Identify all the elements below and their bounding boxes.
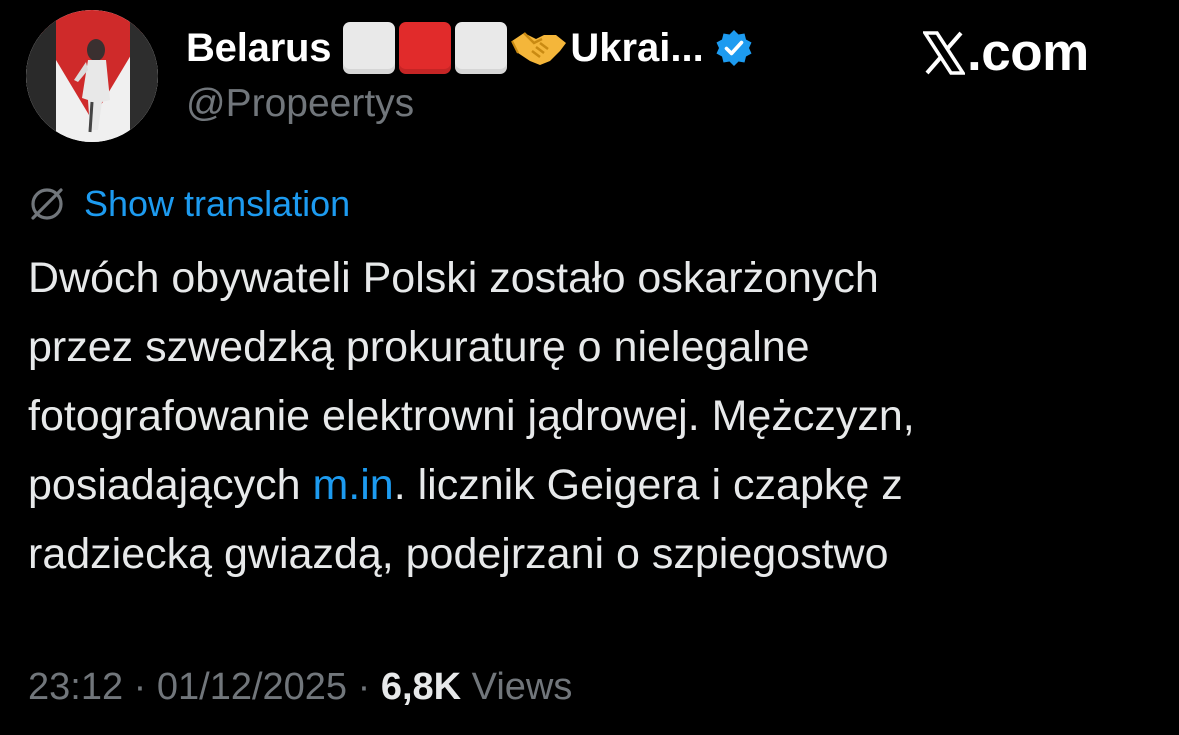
avatar-image [26, 10, 158, 142]
tweet-text-line: przez szwedzką prokuraturę o nielegalne [28, 323, 810, 371]
show-translation-button[interactable]: Show translation [28, 183, 350, 225]
flag-white-square [455, 22, 508, 74]
tweet-time[interactable]: 23:12 [28, 666, 123, 708]
avatar[interactable] [26, 10, 158, 142]
tweet-text-line: radziecką gwiazdą, podejrzani o szpiegos… [28, 530, 889, 578]
globe-icon [28, 185, 66, 223]
show-translation-label[interactable]: Show translation [84, 183, 350, 225]
views-label: Views [461, 666, 573, 708]
user-info: Belarus Ukrai... @Propeertys [186, 22, 754, 126]
x-brand-text: .com [967, 23, 1089, 82]
tweet-meta: 23:12 · 01/12/2025 · 6,8K Views [28, 666, 572, 709]
display-name[interactable]: Belarus [186, 26, 332, 71]
tweet-text: Dwóch obywateli Polski zostało oskarżony… [28, 244, 1148, 589]
tweet-date[interactable]: 01/12/2025 [157, 666, 347, 708]
views-count[interactable]: 6,8K [381, 666, 461, 708]
flag-white-square [343, 22, 396, 74]
tweet-text-line: Dwóch obywateli Polski zostało oskarżony… [28, 254, 879, 302]
tweet-text-line: posiadających m.in. licznik Geigera i cz… [28, 451, 1148, 520]
user-handle[interactable]: @Propeertys [186, 82, 754, 126]
flag-red-square [399, 22, 452, 74]
x-logo-icon [923, 30, 965, 75]
display-name-suffix[interactable]: Ukrai... [570, 26, 703, 71]
tweet-text-fragment: posiadających [28, 461, 313, 509]
display-name-row[interactable]: Belarus Ukrai... [186, 22, 754, 74]
flag-emoji [343, 22, 508, 74]
meta-separator: · [123, 666, 157, 708]
meta-separator: · [347, 666, 381, 708]
tweet-text-fragment: . licznik Geigera i czapkę z [393, 461, 903, 509]
verified-badge-icon [714, 28, 754, 68]
handshake-icon [510, 27, 568, 69]
x-brand-watermark: .com [923, 22, 1089, 83]
tweet-link[interactable]: m.in [312, 461, 393, 509]
tweet-text-line: fotografowanie elektrowni jądrowej. Mężc… [28, 392, 915, 440]
